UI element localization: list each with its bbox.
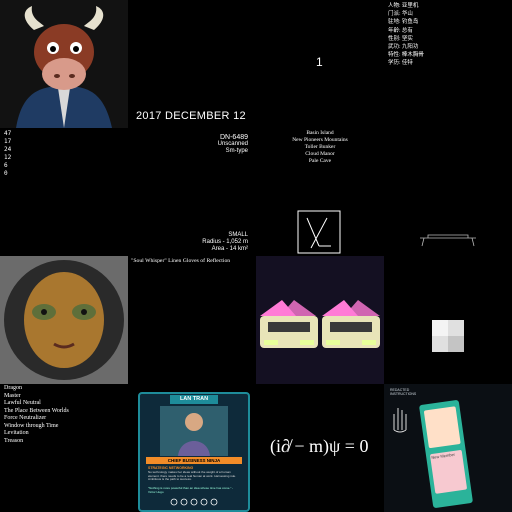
bull-character-image — [0, 0, 128, 128]
date-label: 2017 DECEMBER 12 — [136, 110, 246, 122]
blurred-square-icon — [432, 320, 464, 352]
date-tile: 2017 DECEMBER 12 — [128, 0, 256, 128]
small-label: REDACTED INSTRUCTIONS — [390, 388, 417, 396]
places-tile: Basin Island New Pioneers Mountains Toll… — [256, 128, 384, 256]
hand-sketch-icon — [393, 408, 407, 433]
card-quote: "Nothing is more powerful than an idea w… — [148, 487, 234, 494]
ninja-card-tile: LAN TRAN CHIEF BUSINESS NINJA STRATEGIC … — [128, 384, 256, 512]
asteroid-radius: Radius - 1,052 m — [202, 239, 248, 245]
number-item: 17 — [4, 138, 12, 145]
asteroid-size: SMALL — [228, 232, 248, 238]
trait-item: Levitation — [4, 430, 29, 436]
profile-field: 学历: 佳特 — [388, 60, 413, 67]
trait-item: The Place Between Worlds — [4, 407, 69, 414]
item-name-tile: "Soul Whisper" Linen Gloves of Reflectio… — [128, 256, 256, 384]
ninja-portrait-image — [160, 406, 228, 456]
profile-field: 武功: 九阳功 — [388, 44, 419, 51]
item-name: "Soul Whisper" Linen Gloves of Reflectio… — [131, 258, 231, 264]
trait-item: Lawful Neutral — [4, 400, 41, 406]
table-sketch-icon — [420, 234, 476, 247]
traits-list: Dragon Master Lawful Neutral The Place B… — [4, 385, 69, 445]
number-item: 6 — [4, 162, 8, 169]
character-profile-tile: 人物: 亚里机 门派: 华山 驻地: 钓鱼岛 年龄: 总有 性别: 坚实 武功:… — [384, 0, 512, 128]
asteroid-header: DN-6489 Unscanned Sm-type — [218, 134, 248, 155]
ninja-card: LAN TRAN CHIEF BUSINESS NINJA STRATEGIC … — [138, 392, 250, 512]
profile-field: 特性: 棒木胸骨 — [388, 52, 424, 59]
asteroid-info-tile: DN-6489 Unscanned Sm-type SMALL Radius -… — [128, 128, 256, 256]
card-body: No technology makes her ideas without th… — [148, 471, 237, 482]
place-item: Pale Cave — [308, 158, 332, 164]
member-card-title: New Member — [429, 449, 468, 494]
member-portrait-image — [423, 406, 461, 449]
profile-field: 门派: 华山 — [388, 11, 413, 18]
dirac-equation: (i∂̸ − m)ψ = 0 — [270, 436, 369, 456]
place-item: Cloud Manor — [305, 151, 335, 157]
profile-fields: 人物: 亚里机 门派: 华山 驻地: 钓鱼岛 年龄: 总有 性别: 坚实 武功:… — [388, 2, 424, 68]
equation-tile: (i∂̸ − m)ψ = 0 — [256, 384, 384, 512]
numbers-tile: 47 17 24 12 6 0 — [0, 128, 128, 256]
trait-item: Force Neutralizer — [4, 415, 47, 421]
profile-field: 驻地: 钓鱼岛 — [388, 19, 419, 26]
asteroid-designation: DN-6489 — [219, 134, 248, 141]
number-list: 47 17 24 12 6 0 — [4, 130, 11, 178]
number-item: 12 — [4, 154, 12, 161]
trait-item: Master — [4, 392, 21, 399]
number-item: 47 — [4, 130, 12, 137]
number-tile: 1 — [256, 0, 384, 128]
trait-item: Window through Time — [4, 422, 59, 429]
rune-glyph-icon — [297, 210, 341, 254]
card-dots-icon — [170, 498, 218, 506]
places-list: Basin Island New Pioneers Mountains Toll… — [256, 130, 384, 165]
card-heading: STRATEGIC NETWORKING — [148, 466, 194, 470]
number-item: 0 — [4, 170, 8, 177]
blurred-square-tile — [384, 256, 512, 384]
place-item: New Pioneers Mountains — [292, 137, 348, 143]
place-item: Toller Bunker — [304, 144, 336, 150]
asteroid-status: Unscanned — [217, 141, 248, 147]
member-card: New Member — [418, 399, 474, 509]
trait-item: Treason — [4, 437, 24, 444]
asteroid-type: Sm-type — [225, 148, 248, 154]
member-card-tile: REDACTED INSTRUCTIONS New Member — [384, 384, 512, 512]
place-item: Basin Island — [306, 130, 334, 136]
table-sketch-tile — [384, 128, 512, 256]
profile-field: 性别: 坚实 — [388, 35, 413, 42]
card-role: CHIEF BUSINESS NINJA — [146, 457, 242, 464]
single-number: 1 — [316, 55, 323, 69]
number-item: 24 — [4, 146, 12, 153]
gold-face-portrait-image — [0, 256, 128, 384]
profile-field: 人物: 亚里机 — [388, 3, 419, 9]
delorean-cars-image — [256, 256, 384, 384]
profile-field: 年龄: 总有 — [388, 27, 413, 34]
card-name: LAN TRAN — [170, 395, 218, 404]
asteroid-area: Area - 14 km² — [211, 246, 248, 252]
traits-tile: Dragon Master Lawful Neutral The Place B… — [0, 384, 128, 512]
asteroid-stats: SMALL Radius - 1,052 m Area - 14 km² — [202, 232, 248, 253]
trait-item: Dragon — [4, 385, 22, 391]
